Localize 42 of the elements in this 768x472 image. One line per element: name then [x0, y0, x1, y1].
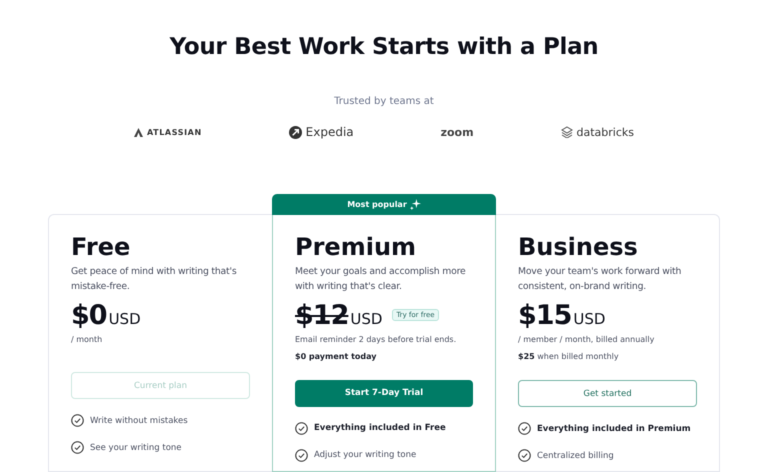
check-circle-icon — [71, 414, 84, 427]
company-logo-text: zoom — [440, 126, 474, 138]
billing-note: $25 when billed monthly — [518, 352, 620, 361]
check-circle-icon — [295, 448, 308, 462]
page-heading: Your Best Work Starts with a Plan — [170, 34, 598, 60]
feature-text: See your writing tone — [90, 442, 182, 452]
currency-label: USD — [350, 310, 382, 328]
company-logo-text: databricks — [576, 126, 634, 138]
currency-label: USD — [108, 310, 141, 328]
plan-description: Meet your goals and accomplish more with writing that's clear. — [295, 264, 467, 294]
stacked-layers-logo-icon — [560, 126, 572, 138]
plane-logo-icon — [288, 126, 302, 138]
plan-description: Move your team's work forward with consistent, on-brand writing. — [518, 265, 682, 294]
check-circle-icon — [295, 422, 308, 435]
plan-description: Get peace of mind with writing that's mistake-free. — [71, 265, 238, 294]
trusted-label: Trusted by teams at — [334, 96, 434, 107]
feature-text: Centralized billing — [537, 450, 614, 460]
feature-text: Everything included in Free — [314, 423, 446, 434]
price-amount: $15 — [518, 300, 572, 331]
ribbon-text: Most popular — [347, 200, 407, 209]
plan-name: Free — [71, 233, 132, 261]
feature-text: Adjust your writing tone — [314, 450, 416, 460]
sparkle-icon — [410, 198, 421, 210]
price-amount: $0 — [71, 300, 107, 331]
currency-label: USD — [573, 310, 606, 328]
billing-period: / month — [71, 335, 104, 344]
plan-button[interactable]: Start 7-Day Trial — [295, 380, 473, 407]
plan-button[interactable]: Get started — [518, 380, 697, 407]
feature-text: Everything included in Premium — [537, 424, 691, 434]
billing-period: Email reminder 2 days before trial ends. — [295, 334, 458, 344]
triangle-logo-icon — [134, 128, 143, 136]
company-logo-text: ATLASSIAN — [147, 128, 202, 136]
billing-period: / member / month, billed annually — [518, 335, 656, 344]
price-amount: $12 — [295, 300, 348, 331]
check-circle-icon — [71, 441, 84, 454]
company-logo-text: Expedia — [306, 125, 354, 139]
check-circle-icon — [518, 422, 531, 435]
billing-note: $0 payment today — [295, 352, 378, 361]
check-circle-icon — [518, 449, 531, 462]
feature-text: Write without mistakes — [90, 416, 188, 426]
plan-name: Business — [518, 233, 639, 261]
plan-name: Premium — [295, 232, 418, 261]
